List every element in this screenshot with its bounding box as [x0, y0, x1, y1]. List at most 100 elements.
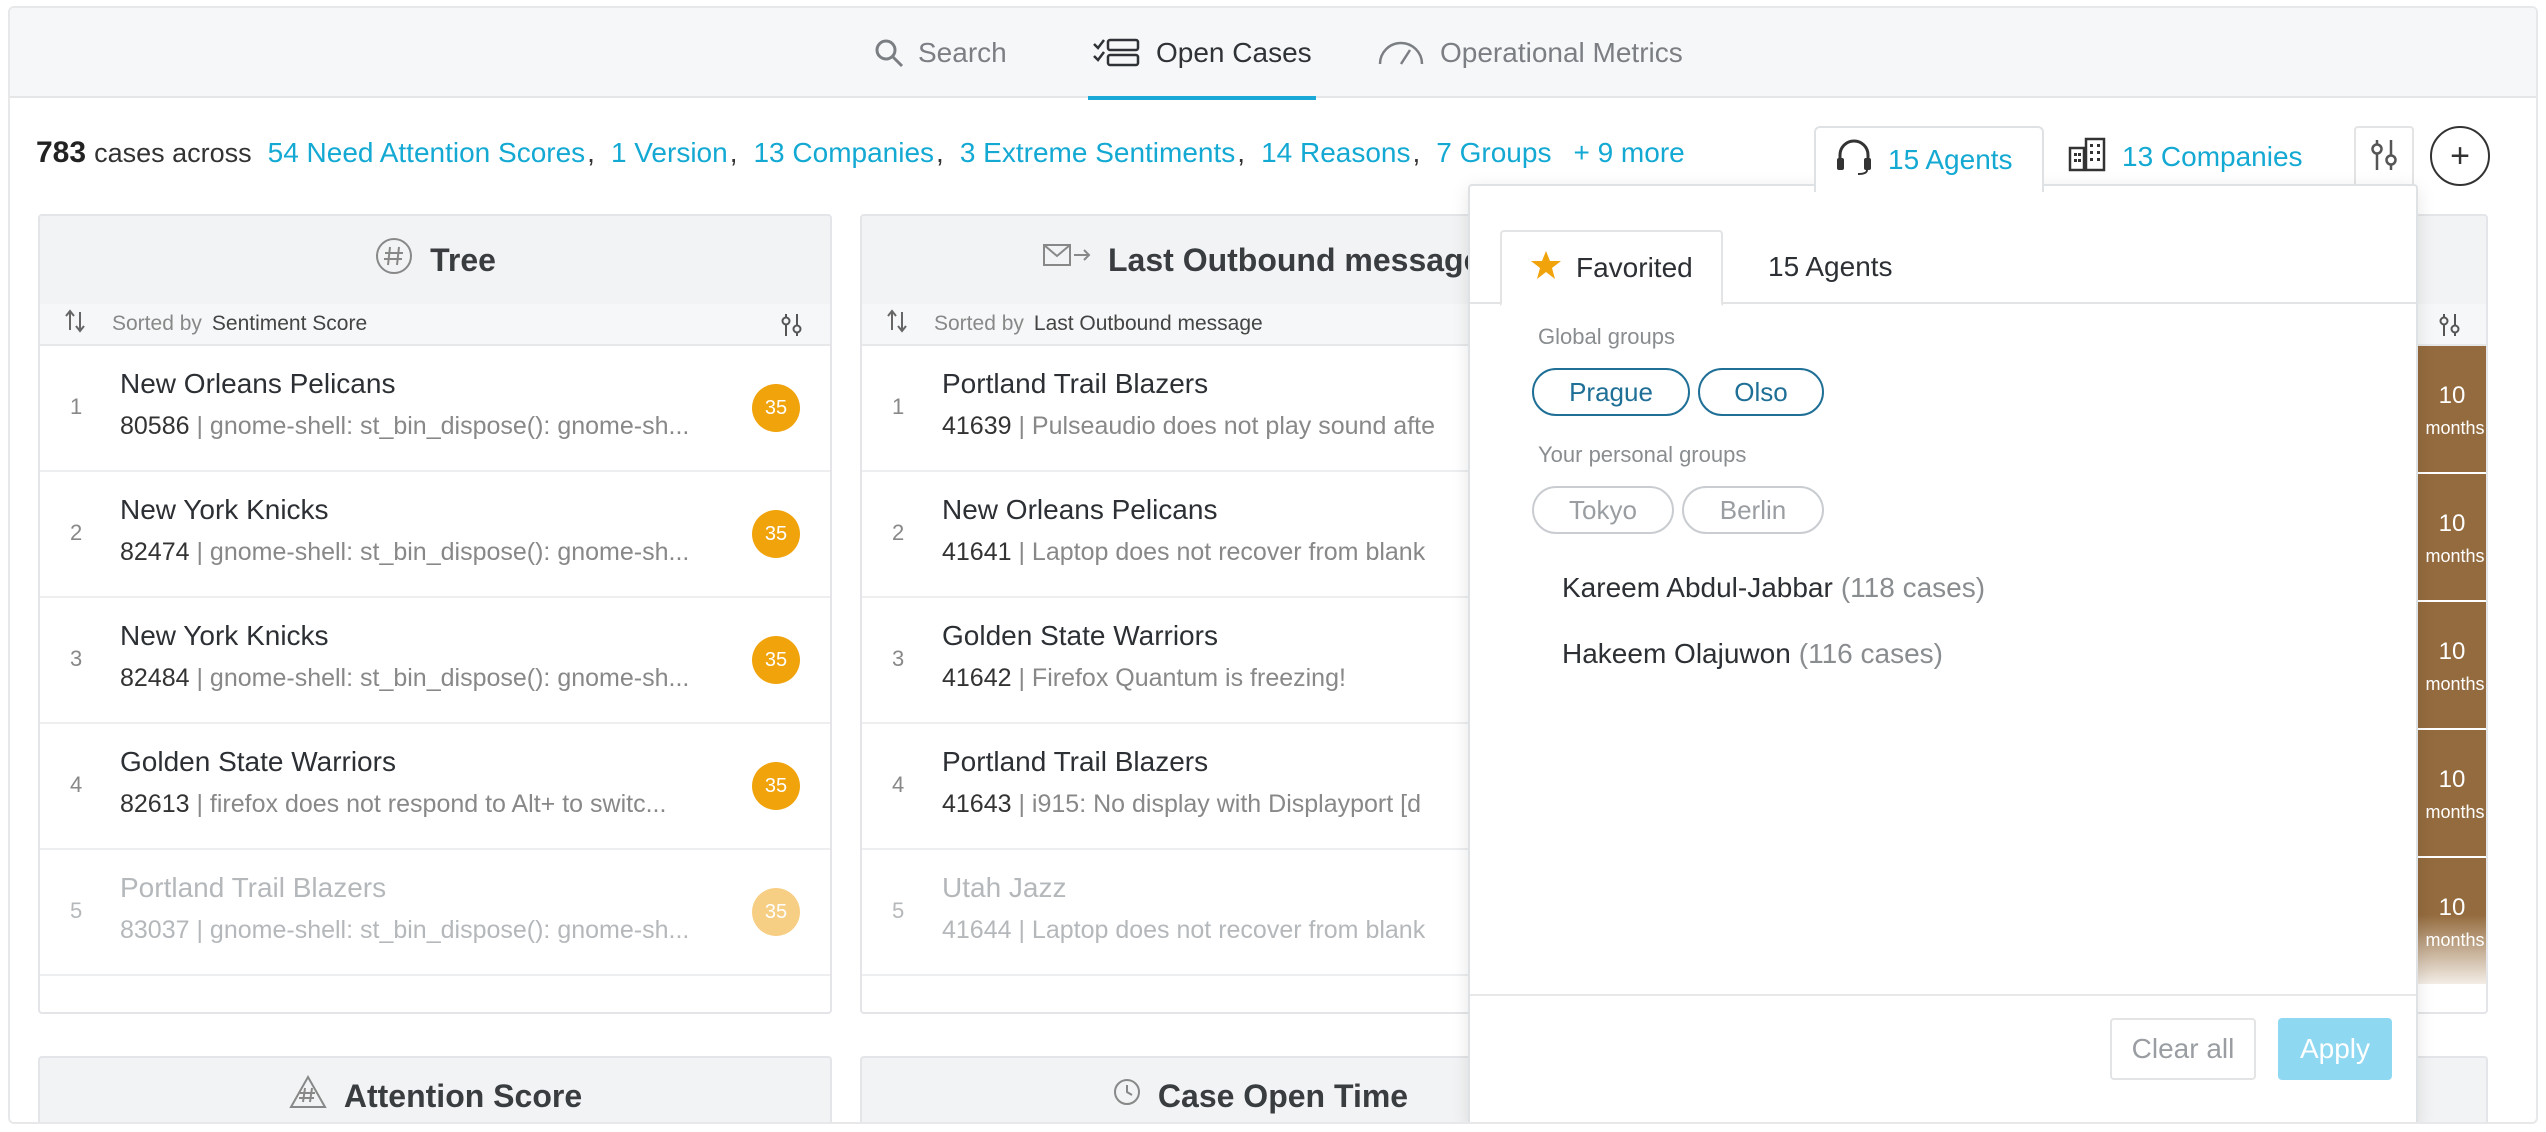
case-id: 80586	[120, 412, 190, 440]
list-item[interactable]: 4 Golden State Warriors 82613 | firefox …	[40, 724, 830, 850]
filter-link-sentiments[interactable]: 3 Extreme Sentiments	[960, 137, 1235, 169]
row-title: Golden State Warriors	[942, 620, 1218, 651]
row-title: Portland Trail Blazers	[942, 368, 1209, 399]
row-subtitle: 41641 | Laptop does not recover from bla…	[942, 538, 1425, 567]
row-number: 5	[892, 898, 905, 923]
headset-icon	[1834, 139, 1874, 182]
filter-link-attention-scores[interactable]: 54 Need Attention Scores	[268, 137, 586, 169]
row-subtitle: 41642 | Firefox Quantum is freezing!	[942, 664, 1346, 693]
row-subtitle: 41639 | Pulseaudio does not play sound a…	[942, 412, 1435, 441]
group-pill-olso[interactable]: Olso	[1698, 368, 1824, 416]
row-title: New York Knicks	[120, 620, 329, 651]
score-badge: 35	[752, 384, 800, 432]
filter-settings-button[interactable]	[2354, 126, 2414, 188]
sliders-icon	[2369, 138, 2399, 177]
agents-dropdown: Favorited 15 Agents Global groups Prague…	[1468, 184, 2418, 1122]
app-window: Search Open Cases Operational Metrics 78…	[8, 6, 2538, 1124]
global-groups-label: Global groups	[1538, 324, 1675, 349]
agent-case-count: (116 cases)	[1798, 638, 1943, 669]
sort-icon[interactable]	[884, 308, 910, 340]
sorted-by-label: Sorted by	[112, 312, 202, 335]
filter-link-groups[interactable]: 7 Groups	[1436, 137, 1551, 169]
more-filters-link[interactable]: + 9 more	[1573, 137, 1684, 169]
plus-icon: +	[2450, 136, 2470, 175]
companies-filter-button[interactable]: 13 Companies	[2050, 126, 2350, 188]
case-description: | gnome-shell: st_bin_dispose(): gnome-s…	[196, 916, 690, 944]
group-pill-tokyo[interactable]: Tokyo	[1532, 486, 1674, 534]
case-id: 41639	[942, 412, 1012, 440]
case-id: 41641	[942, 538, 1012, 566]
companies-filter-label: 13 Companies	[2122, 141, 2303, 172]
row-number: 2	[70, 520, 83, 545]
case-description: | gnome-shell: st_bin_dispose(): gnome-s…	[196, 664, 690, 692]
summary-across-text: cases across	[94, 138, 252, 168]
row-number: 1	[892, 394, 905, 419]
case-description: | Laptop does not recover from blank	[1018, 916, 1426, 944]
list-item[interactable]: 5 Portland Trail Blazers 83037 | gnome-s…	[40, 850, 830, 976]
group-pill-prague[interactable]: Prague	[1532, 368, 1690, 416]
row-title: Portland Trail Blazers	[120, 872, 387, 903]
row-number: 1	[70, 394, 83, 419]
warning-icon	[288, 1074, 328, 1118]
tab-label: Operational Metrics	[1440, 37, 1683, 68]
list-item[interactable]: 1 New Orleans Pelicans 80586 | gnome-she…	[40, 346, 830, 472]
tree-card: Tree Sorted by Sentiment Score 1 New Orl…	[38, 214, 832, 1014]
case-summary: 783 cases across 54 Need Attention Score…	[36, 136, 1685, 169]
buildings-icon	[2068, 136, 2108, 179]
clock-icon	[1112, 1077, 1142, 1115]
apply-button[interactable]: Apply	[2278, 1018, 2392, 1080]
case-description: | gnome-shell: st_bin_dispose(): gnome-s…	[196, 538, 690, 566]
add-button[interactable]: +	[2430, 126, 2490, 186]
case-age-cell: 10 months	[2418, 346, 2486, 472]
row-title: New York Knicks	[120, 494, 329, 525]
list-item[interactable]: 2 New York Knicks 82474 | gnome-shell: s…	[40, 472, 830, 598]
case-description: | Firefox Quantum is freezing!	[1018, 664, 1346, 692]
case-count: 783	[36, 136, 87, 169]
case-id: 82613	[120, 790, 190, 818]
agents-filter-button[interactable]: 15 Agents	[1814, 126, 2044, 192]
group-pill-berlin[interactable]: Berlin	[1682, 486, 1824, 534]
sorted-by-field[interactable]: Sentiment Score	[212, 312, 367, 336]
score-badge: 35	[752, 636, 800, 684]
sorted-by-field[interactable]: Last Outbound message	[1034, 312, 1263, 336]
agent-name: Hakeem Olajuwon	[1562, 638, 1791, 669]
agent-item[interactable]: Hakeem Olajuwon (116 cases)	[1562, 638, 1943, 670]
filter-link-reasons[interactable]: 14 Reasons	[1261, 137, 1410, 169]
personal-groups-label: Your personal groups	[1538, 442, 1747, 467]
case-id: 41643	[942, 790, 1012, 818]
card-title: Case Open Time	[1157, 1077, 1409, 1114]
row-number: 3	[892, 646, 905, 671]
attention-score-card: Attention Score	[38, 1056, 832, 1122]
tab-operational-metrics[interactable]: Operational Metrics	[1376, 8, 1683, 98]
filter-link-version[interactable]: 1 Version	[611, 137, 728, 169]
tab-label: 15 Agents	[1768, 251, 1893, 282]
top-nav: Search Open Cases Operational Metrics	[10, 8, 2536, 100]
sliders-icon[interactable]	[2438, 312, 2462, 344]
case-age-cell: 10 months	[2418, 474, 2486, 600]
clear-all-button[interactable]: Clear all	[2110, 1018, 2256, 1080]
row-subtitle: 83037 | gnome-shell: st_bin_dispose(): g…	[120, 916, 689, 945]
row-title: Utah Jazz	[942, 872, 1067, 903]
tab-open-cases[interactable]: Open Cases	[1088, 8, 1316, 100]
card-title: Last Outbound message	[1108, 241, 1482, 278]
row-subtitle: 41643 | i915: No display with Displaypor…	[942, 790, 1421, 819]
sliders-icon[interactable]	[780, 312, 804, 344]
case-id: 82484	[120, 664, 190, 692]
list-item[interactable]: 3 New York Knicks 82484 | gnome-shell: s…	[40, 598, 830, 724]
card-title: Tree	[430, 241, 496, 278]
row-number: 2	[892, 520, 905, 545]
row-title: Portland Trail Blazers	[942, 746, 1209, 777]
tab-label: Favorited	[1576, 252, 1693, 283]
row-subtitle: 82484 | gnome-shell: st_bin_dispose(): g…	[120, 664, 689, 693]
tab-favorited[interactable]: Favorited	[1500, 230, 1723, 306]
row-number: 4	[70, 772, 83, 797]
filter-link-companies[interactable]: 13 Companies	[753, 137, 934, 169]
tab-search[interactable]: Search	[874, 8, 1007, 98]
sort-icon[interactable]	[62, 308, 88, 340]
case-description: | Laptop does not recover from blank	[1018, 538, 1426, 566]
row-title: New Orleans Pelicans	[120, 368, 396, 399]
agent-item[interactable]: Kareem Abdul-Jabbar (118 cases)	[1562, 572, 1985, 604]
tab-agents[interactable]: 15 Agents	[1740, 230, 1921, 304]
case-id: 82474	[120, 538, 190, 566]
row-title: New Orleans Pelicans	[942, 494, 1218, 525]
